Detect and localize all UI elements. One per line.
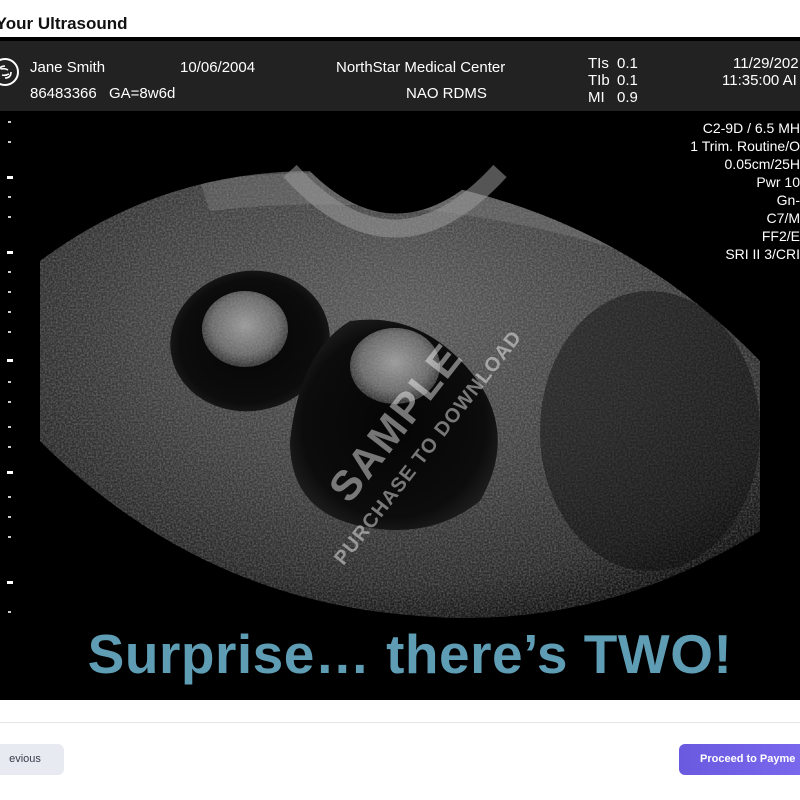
depth-tick	[8, 331, 11, 333]
depth-tick	[8, 536, 11, 538]
param-depth: 0.05cm/25H	[724, 156, 800, 172]
depth-tick	[8, 196, 11, 198]
previous-button[interactable]: evious	[0, 744, 64, 775]
depth-tick	[8, 426, 11, 428]
mi-label: MI	[588, 89, 605, 106]
depth-tick	[8, 291, 11, 293]
param-power: Pwr 10	[756, 174, 800, 190]
param-preset: 1 Trim. Routine/O	[690, 138, 800, 154]
ultrasound-scan-image	[40, 164, 760, 618]
scan-date: 11/29/202	[733, 55, 799, 72]
tis-label: TIs	[588, 55, 609, 72]
depth-tick	[8, 496, 11, 498]
depth-tick	[8, 401, 11, 403]
depth-tick	[8, 611, 11, 613]
patient-name: Jane Smith	[30, 59, 106, 76]
depth-tick	[7, 359, 13, 362]
mi-value: 0.9	[617, 89, 638, 106]
page: w Your Ultrasound	[0, 0, 800, 800]
tib-value: 0.1	[617, 72, 638, 89]
ultrasound-caption: Surprise… there’s TWO!	[87, 623, 733, 685]
depth-tick	[8, 216, 11, 218]
facility-name: NorthStar Medical Center	[336, 59, 506, 76]
scan-time: 11:35:00 AI	[722, 72, 797, 89]
depth-tick	[7, 251, 13, 254]
depth-tick	[8, 311, 11, 313]
param-probe: C2-9D / 6.5 MH	[702, 120, 800, 136]
depth-tick	[7, 581, 13, 584]
param-map: C7/M	[766, 210, 800, 226]
footer-divider	[0, 722, 800, 723]
ultrasound-header: Jane Smith 10/06/2004 86483366 GA=8w6d N…	[0, 41, 800, 111]
depth-scale	[0, 111, 20, 613]
param-sri: SRI II 3/CRI	[725, 246, 800, 262]
depth-tick	[8, 121, 11, 123]
proceed-to-payment-button[interactable]: Proceed to Payme	[679, 744, 800, 775]
depth-tick	[8, 446, 11, 448]
depth-tick	[7, 176, 13, 179]
ge-logo-icon	[0, 58, 19, 86]
depth-tick	[8, 516, 11, 518]
tib-label: TIb	[588, 72, 610, 89]
department-name: NAO RDMS	[406, 85, 487, 102]
depth-tick	[8, 381, 11, 383]
tis-value: 0.1	[617, 55, 638, 72]
depth-tick	[8, 141, 11, 143]
depth-tick	[7, 471, 13, 474]
param-frame: FF2/E	[761, 228, 800, 244]
param-gain: Gn-	[776, 192, 800, 208]
patient-dob: 10/06/2004	[180, 59, 256, 76]
patient-id: 86483366	[30, 85, 97, 102]
page-title: w Your Ultrasound	[0, 14, 128, 33]
depth-tick	[8, 271, 11, 273]
gestational-age: GA=8w6d	[109, 85, 176, 102]
ultrasound-viewer: Jane Smith 10/06/2004 86483366 GA=8w6d N…	[0, 37, 800, 700]
